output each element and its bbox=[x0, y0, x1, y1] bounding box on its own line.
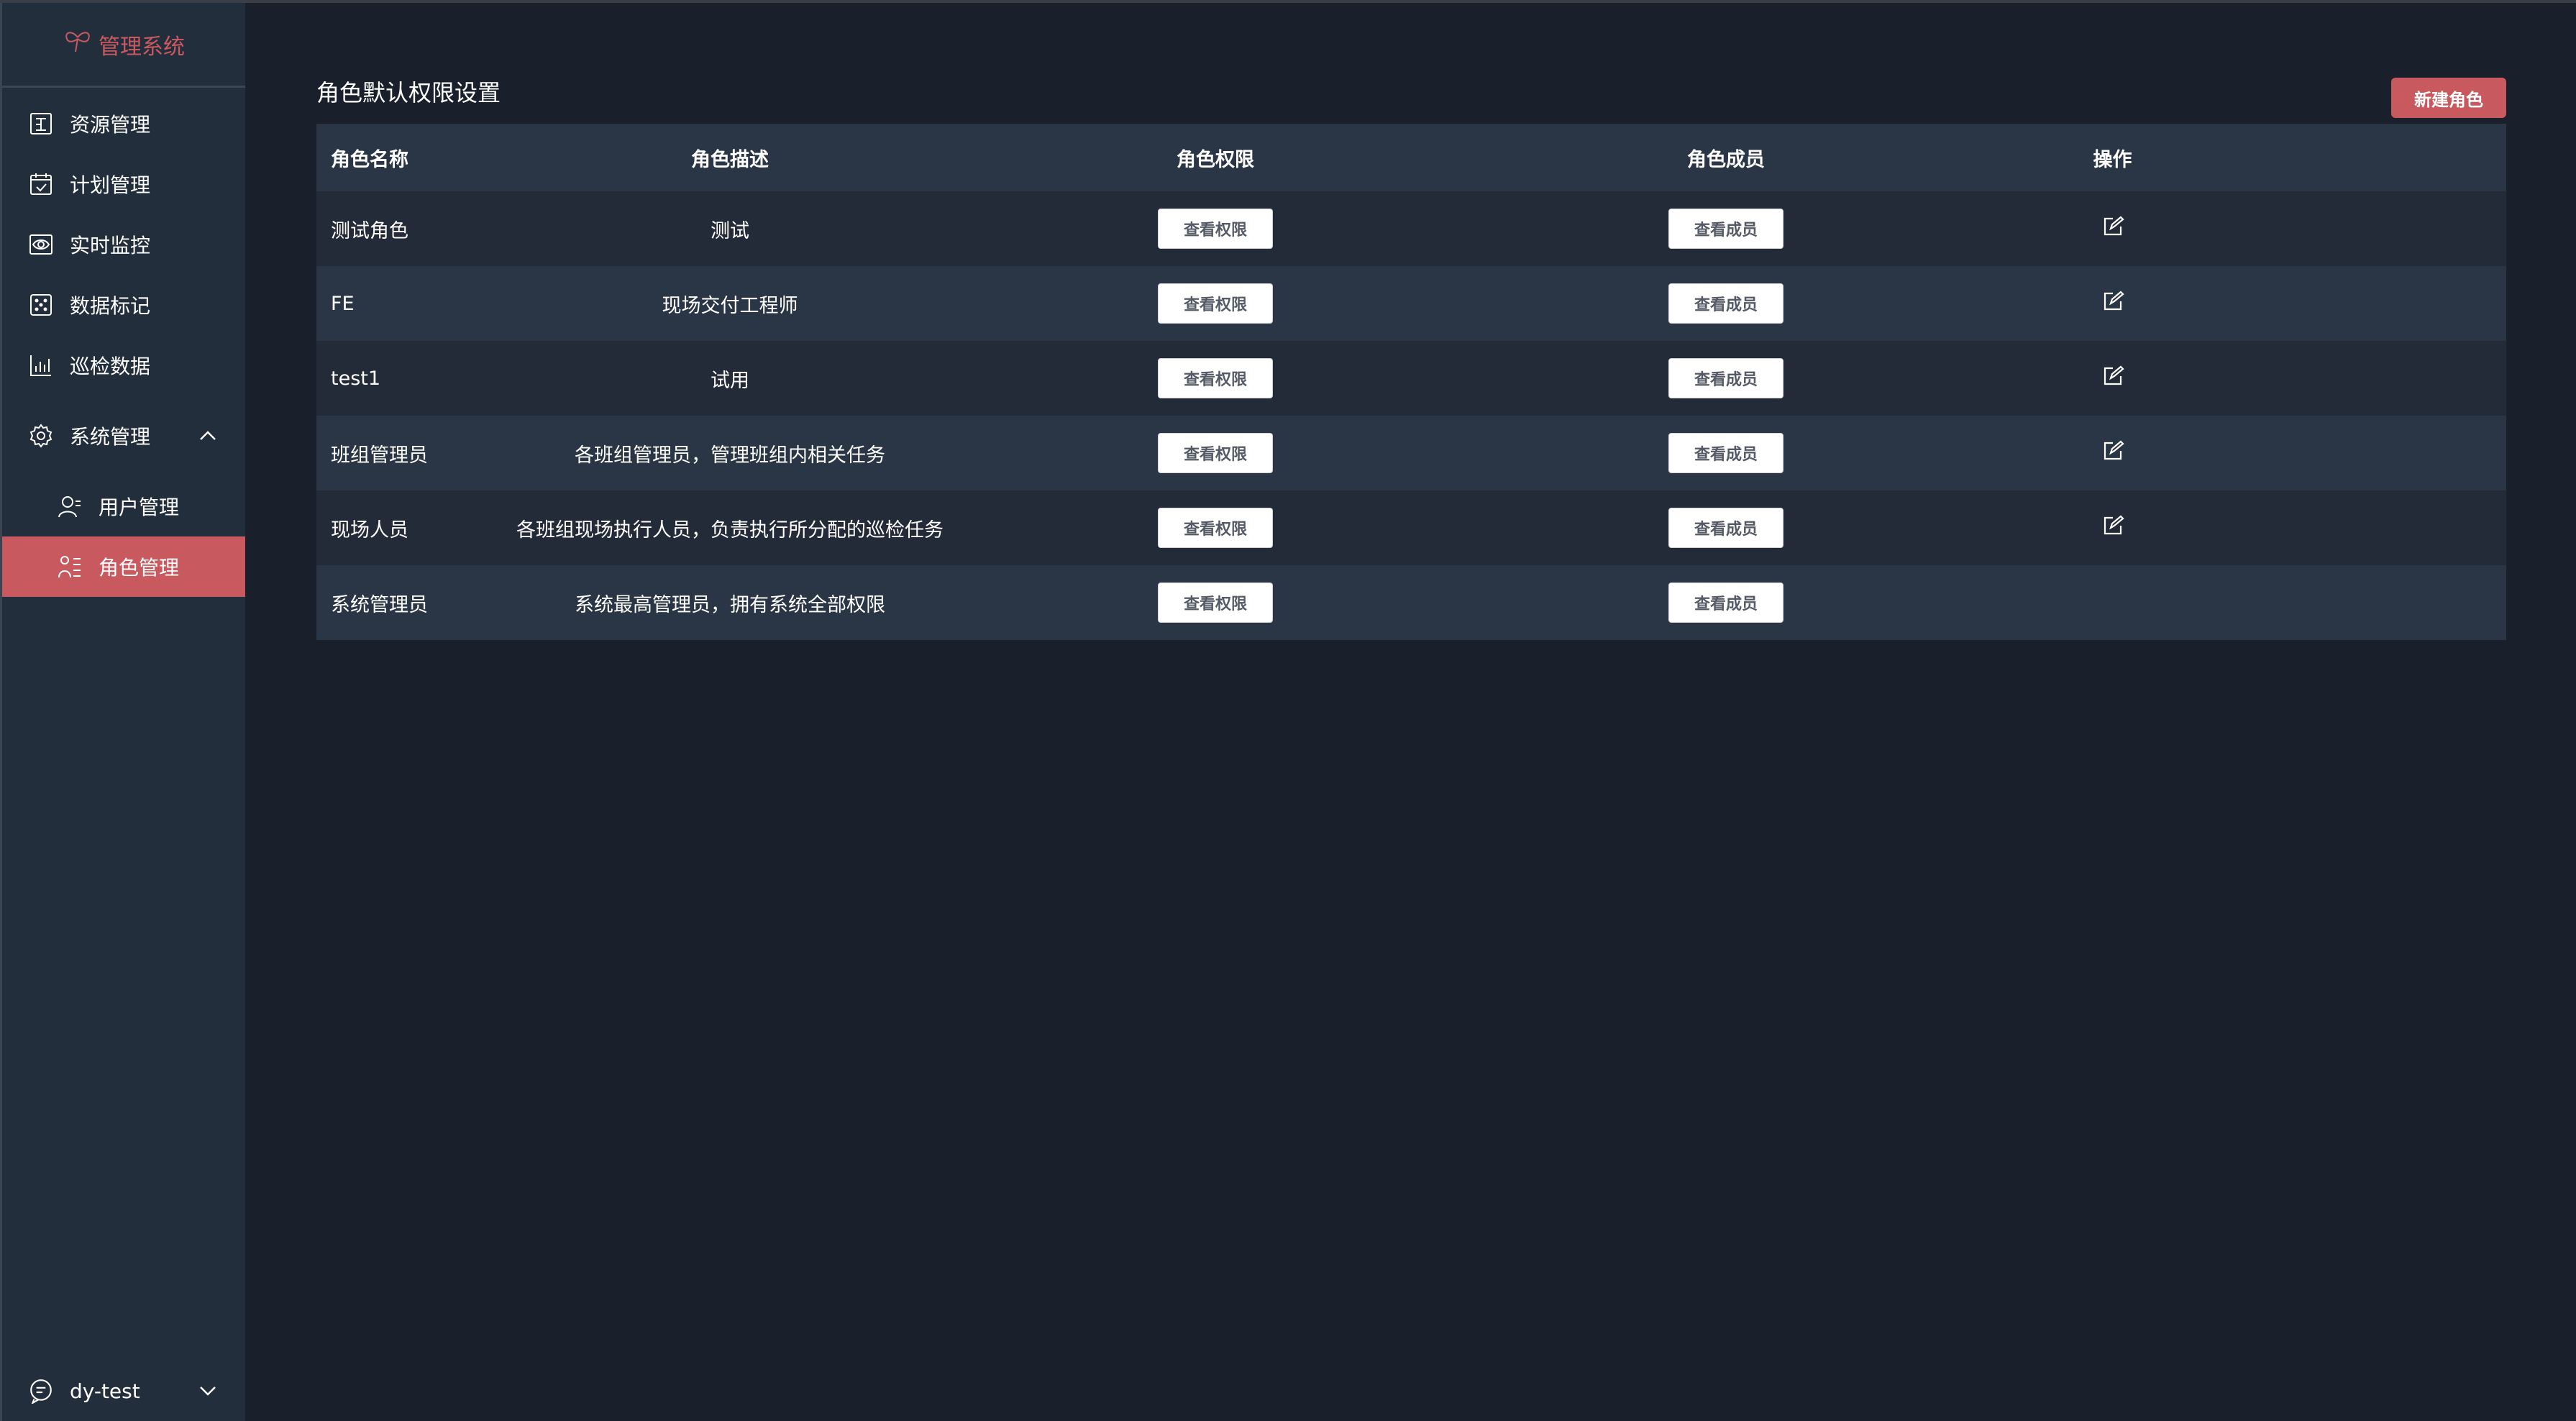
view-members-button[interactable]: 查看成员 bbox=[1668, 283, 1783, 324]
butterfly-logo-icon bbox=[63, 30, 93, 59]
sidebar-item-label: 系统管理 bbox=[70, 425, 151, 449]
roles-table: 角色名称 角色描述 角色权限 角色成员 操作 测试角色 测试 查看权限 查看成员… bbox=[316, 124, 2506, 640]
sidebar-item-resource[interactable]: 资源管理 bbox=[2, 93, 245, 154]
view-permissions-button[interactable]: 查看权限 bbox=[1158, 508, 1273, 548]
perm-cell: 查看权限 bbox=[960, 582, 1471, 623]
view-members-button[interactable]: 查看成员 bbox=[1668, 582, 1783, 623]
members-cell: 查看成员 bbox=[1471, 358, 1981, 398]
edit-icon[interactable] bbox=[2101, 514, 2124, 537]
table-row: 班组管理员 各班组管理员，管理班组内相关任务 查看权限 查看成员 bbox=[316, 416, 2506, 490]
user-icon bbox=[57, 493, 83, 519]
perm-cell: 查看权限 bbox=[960, 358, 1471, 398]
sidebar-item-label: 用户管理 bbox=[99, 495, 180, 519]
chevron-down-icon[interactable] bbox=[198, 1381, 218, 1401]
resource-icon bbox=[28, 111, 54, 137]
sidebar-item-role[interactable]: 角色管理 bbox=[2, 536, 245, 597]
table-row: FE 现场交付工程师 查看权限 查看成员 bbox=[316, 266, 2506, 341]
calendar-check-icon bbox=[28, 171, 54, 197]
actions-cell bbox=[1981, 215, 2244, 243]
edit-icon[interactable] bbox=[2101, 365, 2124, 388]
table-row: test1 试用 查看权限 查看成员 bbox=[316, 341, 2506, 416]
perm-cell: 查看权限 bbox=[960, 209, 1471, 249]
edit-icon[interactable] bbox=[2101, 215, 2124, 238]
actions-cell bbox=[1981, 365, 2244, 393]
sidebar-item-monitor[interactable]: 实时监控 bbox=[2, 214, 245, 275]
members-cell: 查看成员 bbox=[1471, 508, 1981, 548]
actions-cell bbox=[1981, 514, 2244, 542]
sidebar-item-inspection[interactable]: 巡检数据 bbox=[2, 335, 245, 396]
sidebar-item-data-tag[interactable]: 数据标记 bbox=[2, 275, 245, 335]
edit-icon[interactable] bbox=[2101, 290, 2124, 313]
sidebar-item-label: 角色管理 bbox=[99, 556, 180, 580]
page-title: 角色默认权限设置 bbox=[316, 79, 501, 106]
role-icon bbox=[57, 554, 83, 580]
table-row: 系统管理员 系统最高管理员，拥有系统全部权限 查看权限 查看成员 bbox=[316, 565, 2506, 640]
view-members-button[interactable]: 查看成员 bbox=[1668, 433, 1783, 473]
view-permissions-button[interactable]: 查看权限 bbox=[1158, 358, 1273, 398]
user-name: dy-test bbox=[70, 1379, 140, 1403]
chat-bubble-icon bbox=[28, 1378, 54, 1404]
view-members-button[interactable]: 查看成员 bbox=[1668, 209, 1783, 249]
view-members-button[interactable]: 查看成员 bbox=[1668, 358, 1783, 398]
perm-cell: 查看权限 bbox=[960, 283, 1471, 324]
sidebar-item-label: 资源管理 bbox=[70, 113, 151, 137]
user-menu[interactable]: dy-test bbox=[2, 1361, 245, 1421]
app-window: 管理系统 资源管理 计划管理 实时监控 数据标记 巡检数据 系统管理 用户管理 … bbox=[0, 0, 2576, 1421]
actions-cell bbox=[1981, 439, 2244, 467]
bar-chart-icon bbox=[28, 352, 54, 378]
sidebar-item-label: 计划管理 bbox=[70, 173, 151, 197]
view-permissions-button[interactable]: 查看权限 bbox=[1158, 582, 1273, 623]
header-actions: 操作 bbox=[2093, 148, 2132, 171]
members-cell: 查看成员 bbox=[1471, 582, 1981, 623]
grid-tag-icon bbox=[28, 292, 54, 318]
brand[interactable]: 管理系统 bbox=[2, 3, 245, 88]
table-header: 角色名称 角色描述 角色权限 角色成员 操作 bbox=[316, 124, 2506, 191]
table-row: 测试角色 测试 查看权限 查看成员 bbox=[316, 191, 2506, 266]
new-role-button[interactable]: 新建角色 bbox=[2391, 78, 2506, 118]
sidebar-item-system[interactable]: 系统管理 bbox=[2, 406, 245, 466]
sidebar-item-label: 数据标记 bbox=[70, 294, 151, 318]
perm-cell: 查看权限 bbox=[960, 433, 1471, 473]
members-cell: 查看成员 bbox=[1471, 433, 1981, 473]
chevron-up-icon[interactable] bbox=[198, 426, 218, 446]
sidebar-item-user[interactable]: 用户管理 bbox=[2, 476, 245, 536]
sidebar-item-plan[interactable]: 计划管理 bbox=[2, 154, 245, 214]
header-role-perm: 角色权限 bbox=[1177, 148, 1254, 171]
actions-cell bbox=[1981, 290, 2244, 318]
sidebar: 管理系统 资源管理 计划管理 实时监控 数据标记 巡检数据 系统管理 用户管理 … bbox=[0, 3, 245, 1421]
sidebar-item-label: 实时监控 bbox=[70, 234, 151, 257]
view-permissions-button[interactable]: 查看权限 bbox=[1158, 209, 1273, 249]
view-permissions-button[interactable]: 查看权限 bbox=[1158, 283, 1273, 324]
eye-monitor-icon bbox=[28, 232, 54, 257]
brand-name: 管理系统 bbox=[99, 34, 185, 60]
edit-icon[interactable] bbox=[2101, 439, 2124, 462]
sidebar-item-label: 巡检数据 bbox=[70, 355, 151, 378]
perm-cell: 查看权限 bbox=[960, 508, 1471, 548]
table-row: 现场人员 各班组现场执行人员，负责执行所分配的巡检任务 查看权限 查看成员 bbox=[316, 490, 2506, 565]
view-members-button[interactable]: 查看成员 bbox=[1668, 508, 1783, 548]
main-content: 角色默认权限设置 新建角色 角色名称 角色描述 角色权限 角色成员 操作 测试角… bbox=[245, 3, 2576, 1421]
members-cell: 查看成员 bbox=[1471, 209, 1981, 249]
members-cell: 查看成员 bbox=[1471, 283, 1981, 324]
header-role-members: 角色成员 bbox=[1687, 148, 1765, 171]
view-permissions-button[interactable]: 查看权限 bbox=[1158, 433, 1273, 473]
gear-icon bbox=[28, 423, 54, 449]
